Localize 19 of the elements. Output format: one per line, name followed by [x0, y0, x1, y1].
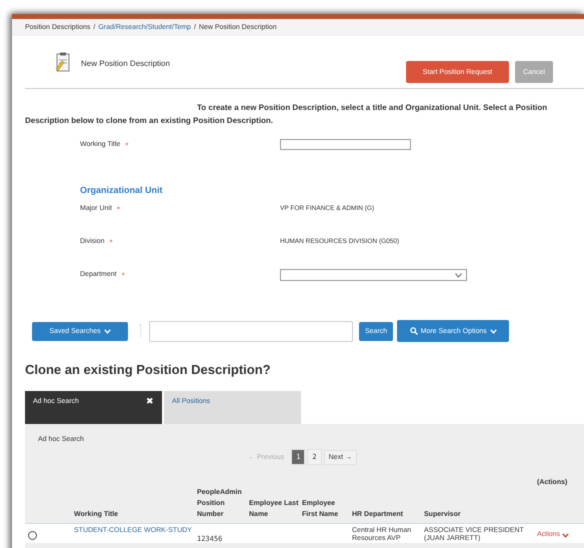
chevron-down-icon	[104, 328, 111, 334]
search-icon	[410, 327, 418, 335]
intro-text: To create a new Position Description, select a title and Organizational Unit. Select a Position Description below to clone from an existing Position Description.	[25, 102, 548, 127]
section-heading: Organizational Unit	[80, 185, 164, 195]
notepad-pencil-icon	[55, 52, 71, 72]
search-field[interactable]	[149, 320, 353, 342]
department-dropdown[interactable]	[280, 269, 467, 281]
section-heading: Clone an existing Position Description?	[25, 362, 272, 377]
row-radio[interactable]	[28, 531, 37, 540]
chevron-down-icon	[455, 272, 462, 278]
required-mark: *	[110, 238, 113, 249]
close-icon[interactable]: ✖	[146, 396, 154, 417]
required-mark: *	[116, 205, 120, 216]
required-mark: *	[122, 271, 125, 282]
chevron-down-icon	[562, 532, 569, 538]
working-title-field[interactable]	[280, 139, 411, 150]
page-title: New Position Description	[81, 58, 170, 68]
required-mark: *	[125, 141, 128, 152]
chevron-down-icon	[490, 328, 497, 334]
